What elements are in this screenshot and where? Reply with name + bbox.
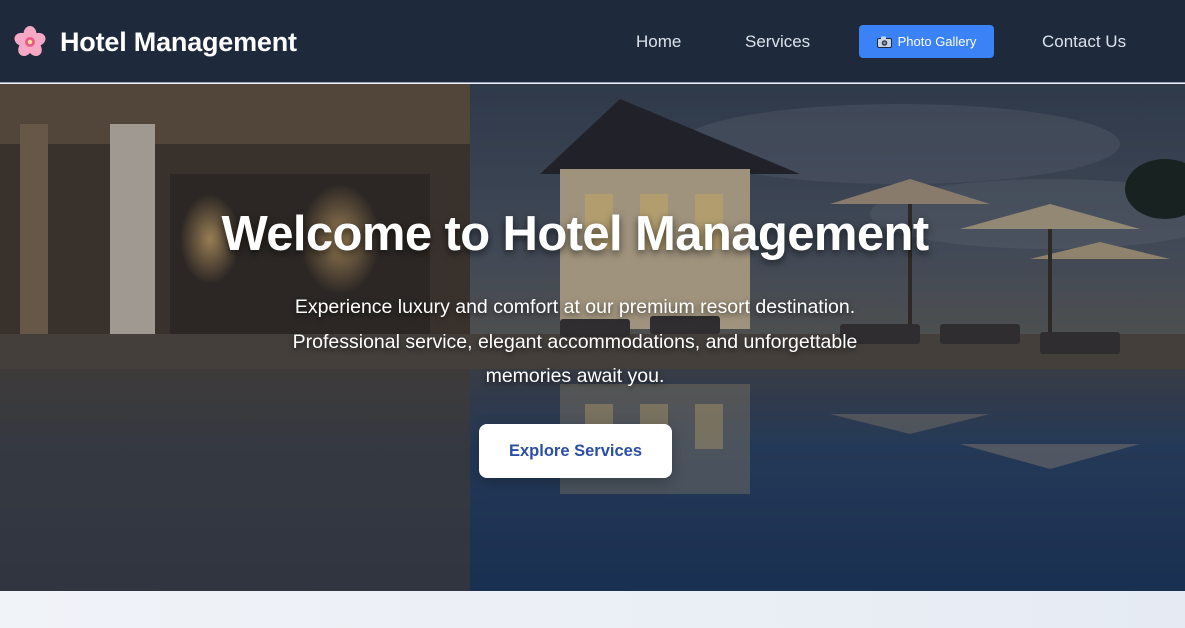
hero-section: Welcome to Hotel Management Experience l… bbox=[0, 84, 1185, 591]
nav-home-link[interactable]: Home bbox=[636, 28, 681, 56]
nav-contact-link[interactable]: Contact Us bbox=[1042, 28, 1126, 56]
explore-services-button[interactable]: Explore Services bbox=[479, 424, 672, 478]
camera-icon bbox=[876, 36, 892, 48]
cherry-blossom-icon bbox=[12, 24, 48, 60]
nav-photo-gallery-label: Photo Gallery bbox=[897, 34, 977, 49]
next-section-edge bbox=[0, 591, 1185, 628]
navbar: Hotel Management Home Services Photo Gal… bbox=[0, 0, 1185, 83]
brand-title: Hotel Management bbox=[60, 26, 297, 57]
hero-title: Welcome to Hotel Management bbox=[221, 207, 929, 261]
brand[interactable]: Hotel Management bbox=[12, 22, 297, 62]
nav-services-link[interactable]: Services bbox=[745, 28, 810, 56]
hero-subtitle: Experience luxury and comfort at our pre… bbox=[292, 296, 858, 387]
nav-photo-gallery-button[interactable]: Photo Gallery bbox=[859, 25, 994, 58]
